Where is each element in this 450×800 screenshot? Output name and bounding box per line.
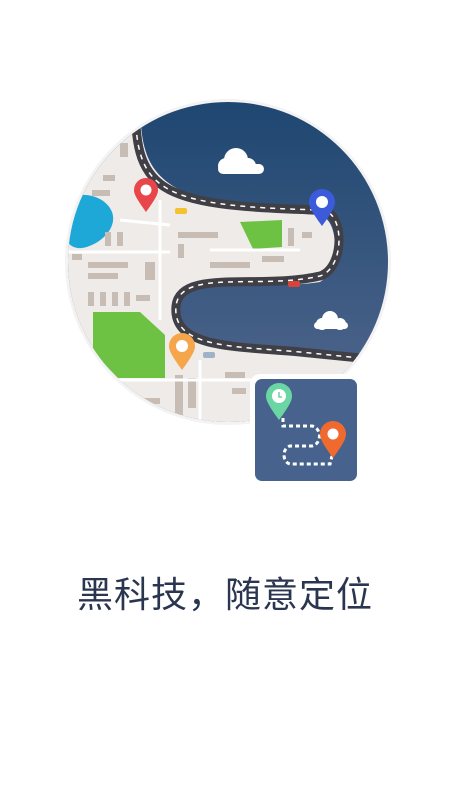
splash-tagline: 黑科技，随意定位 <box>76 575 373 616</box>
splash-screen: 黑科技，随意定位 <box>0 0 450 800</box>
map-illustration <box>65 99 391 486</box>
car-icon <box>175 208 187 214</box>
car-icon <box>203 352 215 358</box>
app-icon-badge <box>250 374 362 486</box>
car-icon <box>288 281 300 287</box>
